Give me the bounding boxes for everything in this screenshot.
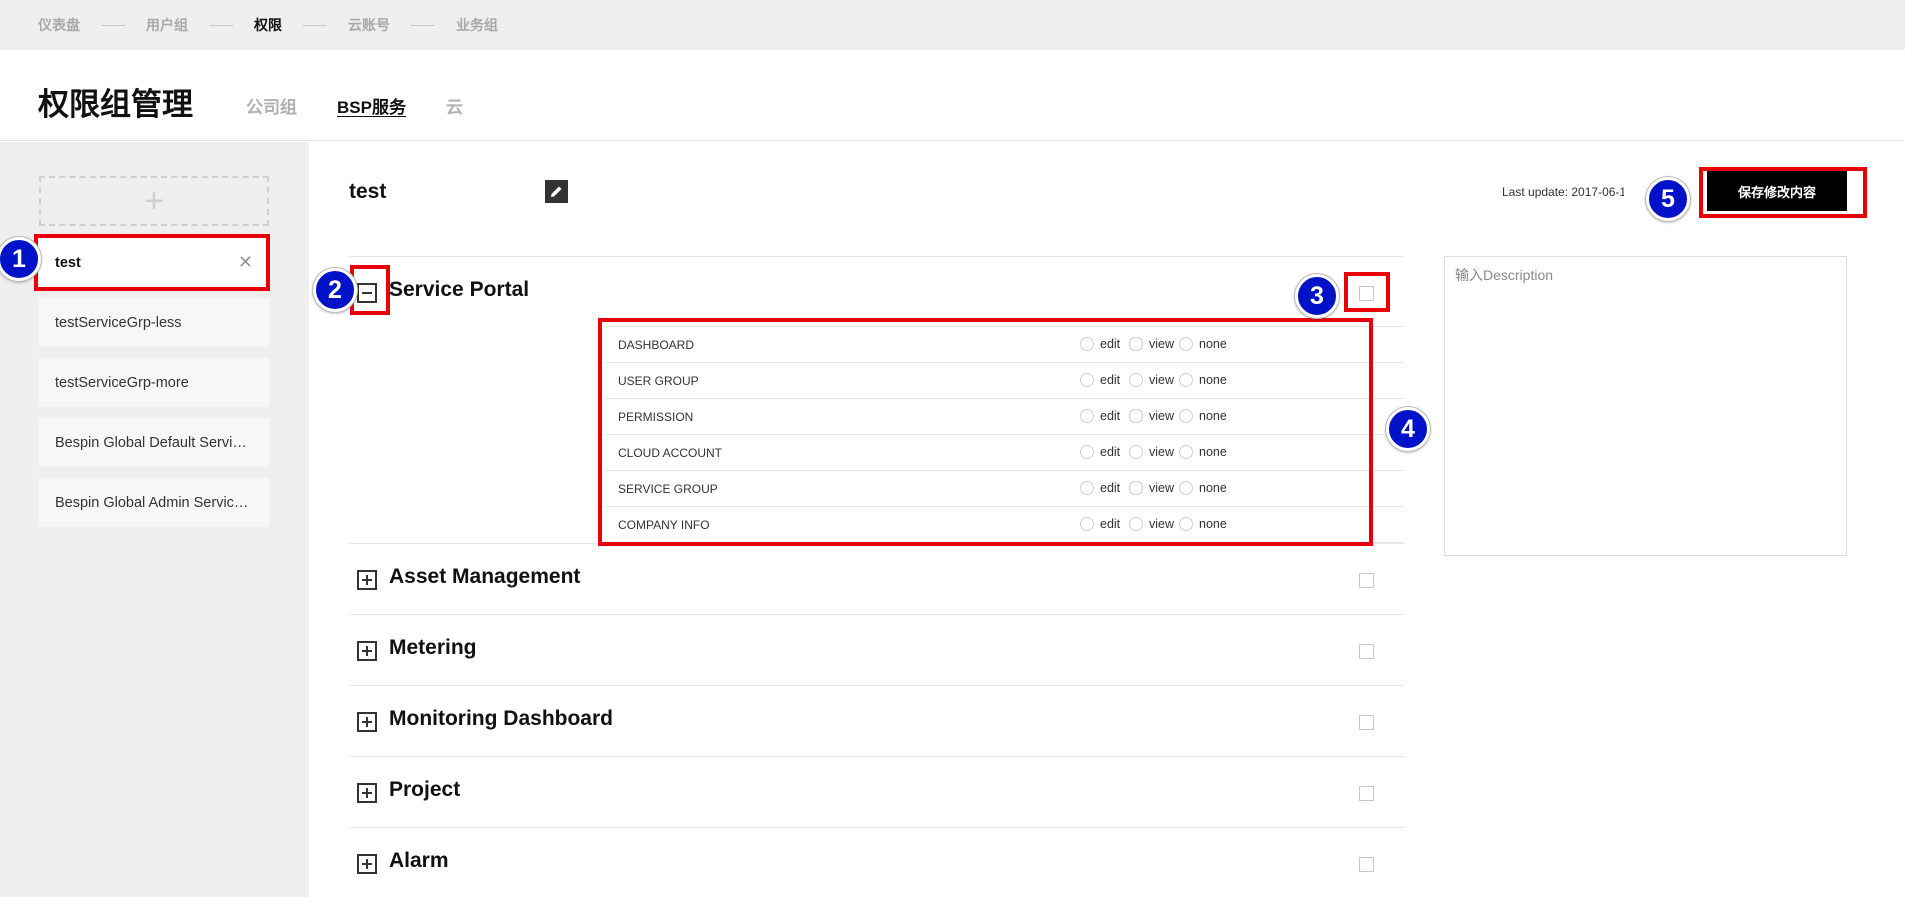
section-alarm: Alarm	[349, 827, 1404, 897]
annotation-badge-4: 4	[1386, 407, 1430, 451]
section-checkbox[interactable]	[1359, 573, 1374, 588]
edit-name-button[interactable]	[545, 180, 568, 203]
sidebar-item[interactable]: Bespin Global Default Service Group	[39, 418, 269, 467]
section-title: Service Portal	[389, 278, 530, 301]
annotation-box-3	[1344, 272, 1390, 312]
annotation-box-4	[598, 318, 1373, 546]
expand-toggle-icon[interactable]	[357, 712, 377, 732]
section-title: Monitoring Dashboard	[389, 707, 613, 730]
annotation-badge-2: 2	[313, 268, 357, 312]
sidebar-item[interactable]: Bespin Global Admin Service Group	[39, 478, 269, 527]
section-metering: Metering	[349, 614, 1404, 685]
nav-separator	[209, 24, 233, 26]
section-title: Alarm	[389, 849, 449, 872]
section-checkbox[interactable]	[1359, 786, 1374, 801]
nav-item-cloud-account[interactable]: 云账号	[348, 15, 390, 35]
section-title: Metering	[389, 636, 477, 659]
nav-item-user-group[interactable]: 用户组	[146, 15, 188, 35]
nav-item-permission[interactable]: 权限	[254, 15, 282, 35]
section-asset-management: Asset Management	[349, 543, 1404, 614]
section-monitoring-dashboard: Monitoring Dashboard	[349, 685, 1404, 756]
sidebar-item-label: testServiceGrp-more	[55, 374, 189, 391]
nav-separator	[101, 24, 125, 26]
nav-separator	[303, 24, 327, 26]
sidebar-item[interactable]: testServiceGrp-more	[39, 358, 269, 407]
section-checkbox[interactable]	[1359, 715, 1374, 730]
sidebar-item[interactable]: testServiceGrp-less	[39, 298, 269, 347]
section-service-portal: Service Portal	[349, 256, 1404, 327]
tab-bar: 公司组 BSP服务 云	[246, 93, 503, 118]
annotation-box-5	[1699, 167, 1867, 218]
section-title: Project	[389, 778, 461, 801]
section-title: Asset Management	[389, 565, 581, 588]
annotation-box-1	[34, 234, 270, 291]
annotation-badge-5: 5	[1646, 177, 1690, 221]
expand-toggle-icon[interactable]	[357, 783, 377, 803]
page-header: 权限组管理 公司组 BSP服务 云	[0, 50, 1905, 141]
nav-item-business-group[interactable]: 业务组	[456, 15, 498, 35]
add-group-button[interactable]: +	[39, 176, 269, 226]
expand-toggle-icon[interactable]	[357, 570, 377, 590]
tab-company-group[interactable]: 公司组	[246, 93, 297, 118]
sidebar-item-label: Bespin Global Admin Service Group	[55, 494, 253, 511]
plus-icon: +	[144, 181, 164, 220]
pencil-icon	[551, 186, 562, 197]
section-checkbox[interactable]	[1359, 857, 1374, 872]
section-project: Project	[349, 756, 1404, 827]
tab-cloud[interactable]: 云	[446, 93, 463, 118]
tab-bsp-service[interactable]: BSP服务	[337, 93, 406, 118]
nav-separator	[411, 24, 435, 26]
description-field[interactable]	[1444, 256, 1847, 556]
expand-toggle-icon[interactable]	[357, 641, 377, 661]
top-navigation: 仪表盘 用户组 权限 云账号 业务组	[0, 0, 1905, 50]
page-title: 权限组管理	[38, 87, 193, 122]
section-checkbox[interactable]	[1359, 644, 1374, 659]
group-name: test	[349, 180, 387, 203]
sidebar-item-label: testServiceGrp-less	[55, 314, 182, 331]
sidebar-item-label: Bespin Global Default Service Group	[55, 434, 253, 451]
nav-item-dashboard[interactable]: 仪表盘	[38, 15, 80, 35]
annotation-badge-3: 3	[1295, 274, 1339, 318]
last-update-text: Last update: 2017-06-12 14	[1502, 185, 1624, 199]
expand-toggle-icon[interactable]	[357, 854, 377, 874]
